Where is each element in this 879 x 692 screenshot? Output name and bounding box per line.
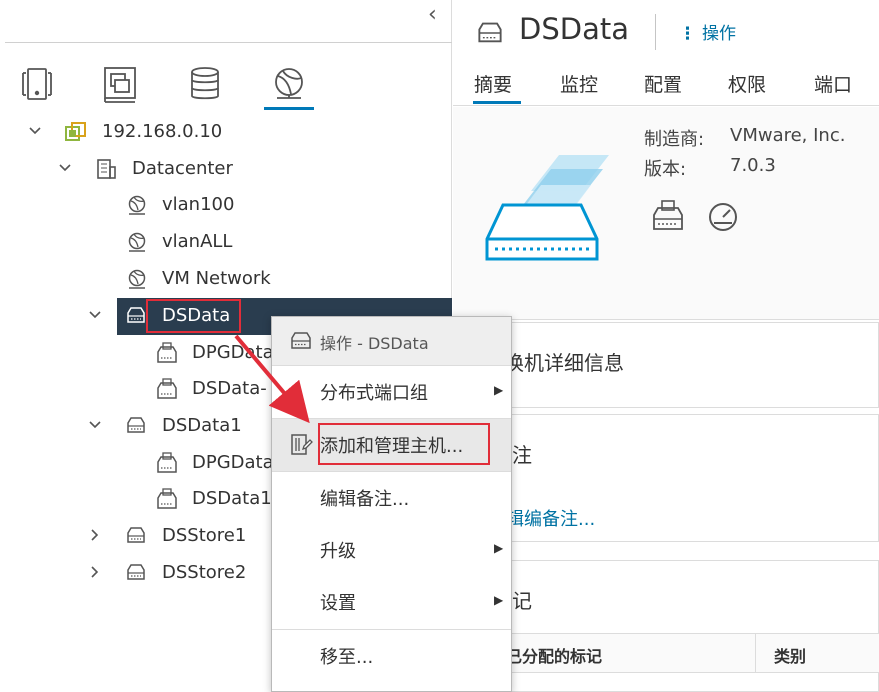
menu-item-settings[interactable]: 设置 ▶ bbox=[272, 576, 511, 628]
tree-item-label: DSData- bbox=[192, 378, 267, 399]
vcenter-icon bbox=[65, 122, 86, 141]
tree-item-label: DPGData bbox=[192, 452, 274, 473]
network-icon bbox=[128, 269, 146, 289]
submenu-arrow-icon: ▶ bbox=[494, 383, 504, 397]
tree-item-label: DSStore2 bbox=[162, 562, 247, 583]
distributed-switch-icon bbox=[127, 527, 145, 543]
portgroup-icon bbox=[157, 342, 177, 363]
collapse-pane-button[interactable]: ‹ bbox=[428, 4, 437, 26]
chevron-right-icon[interactable] bbox=[87, 527, 103, 543]
tab-monitor[interactable]: 监控 bbox=[560, 70, 598, 97]
chevron-down-icon[interactable] bbox=[87, 307, 103, 323]
menu-item-move-to[interactable]: 移至... bbox=[272, 630, 511, 682]
menu-item-edit-notes[interactable]: 编辑备注... bbox=[272, 472, 511, 524]
tree-item-label: DPGData bbox=[192, 342, 274, 363]
tags-column-assigned[interactable]: 已分配的标记 bbox=[506, 643, 602, 667]
menu-item-add-manage-hosts[interactable]: 添加和管理主机... bbox=[272, 419, 511, 471]
context-menu-header: 操作 - DSData bbox=[272, 317, 511, 365]
network-icon bbox=[128, 195, 146, 215]
submenu-arrow-icon: ▶ bbox=[494, 541, 504, 555]
chevron-right-icon[interactable] bbox=[87, 564, 103, 580]
add-host-icon bbox=[291, 434, 313, 455]
tags-title: 记 bbox=[512, 589, 532, 613]
portgroup-icon bbox=[157, 378, 177, 399]
distributed-switch-icon bbox=[127, 417, 145, 433]
tab-configure[interactable]: 配置 bbox=[644, 70, 682, 97]
submenu-arrow-icon: ▶ bbox=[494, 593, 504, 607]
version-label: 版本: bbox=[644, 159, 687, 180]
tree-item-label: DSData1 bbox=[162, 415, 242, 436]
tab-permissions[interactable]: 权限 bbox=[728, 70, 766, 97]
column-divider bbox=[755, 633, 756, 673]
menu-item-upgrade[interactable]: 升级 ▶ bbox=[272, 524, 511, 576]
chevron-down-icon[interactable] bbox=[57, 160, 73, 176]
annotation-highlight-box bbox=[146, 299, 241, 333]
datacenter-icon bbox=[97, 159, 116, 179]
hosts-and-clusters-view-icon[interactable] bbox=[17, 64, 57, 104]
switch-details-title[interactable]: 换机详细信息 bbox=[504, 347, 624, 376]
tabs-bar: 摘要 监控 配置 权限 端口 bbox=[453, 60, 879, 106]
tree-item-label: vlan100 bbox=[162, 194, 235, 215]
tree-item-label: VM Network bbox=[162, 268, 271, 289]
tree-item-network[interactable]: VM Network bbox=[0, 261, 452, 298]
distributed-switch-illustration bbox=[485, 155, 609, 261]
dashboard-gauge-icon[interactable] bbox=[706, 201, 740, 233]
network-icon bbox=[128, 232, 146, 252]
tags-card: 记 已分配的标记 类别 bbox=[453, 560, 879, 692]
distributed-switch-icon bbox=[127, 307, 145, 323]
tree-item-label: vlanALL bbox=[162, 231, 233, 252]
tree-item-datacenter[interactable]: Datacenter bbox=[0, 151, 452, 188]
tab-summary[interactable]: 摘要 bbox=[474, 70, 512, 97]
object-title: DSData bbox=[519, 12, 629, 46]
tree-item-network[interactable]: vlan100 bbox=[0, 187, 452, 224]
version-value: 7.0.3 bbox=[730, 155, 776, 176]
menu-item-label: 升级 bbox=[320, 541, 356, 562]
tags-column-category[interactable]: 类别 bbox=[774, 643, 806, 667]
notes-card: 注 辑编备注... bbox=[453, 414, 879, 542]
menu-item-label: 编辑备注... bbox=[320, 489, 410, 510]
menu-item-label: 设置 bbox=[320, 593, 356, 614]
tree-item-label: 192.168.0.10 bbox=[102, 121, 223, 142]
distributed-switch-icon bbox=[291, 332, 311, 349]
tree-item-label: DSData1 bbox=[192, 488, 272, 509]
vms-and-templates-view-icon[interactable] bbox=[101, 64, 141, 104]
actions-button[interactable]: ⋮ 操作 bbox=[679, 19, 736, 44]
tree-item-vcenter[interactable]: 192.168.0.10 bbox=[0, 114, 452, 151]
storage-view-icon[interactable] bbox=[185, 64, 225, 104]
menu-item-label: 分布式端口组 bbox=[320, 383, 428, 404]
chevron-down-icon[interactable] bbox=[87, 417, 103, 433]
portgroup-icon bbox=[157, 452, 177, 473]
tree-item-label: DSStore1 bbox=[162, 525, 247, 546]
portgroup-icon bbox=[157, 488, 177, 509]
manufacturer-label: 制造商: bbox=[644, 129, 705, 150]
context-menu-title: 操作 - DSData bbox=[320, 334, 429, 353]
notes-title: 注 bbox=[512, 443, 532, 467]
manufacturer-value: VMware, Inc. bbox=[730, 125, 846, 146]
menu-item-distributed-portgroup[interactable]: 分布式端口组 ▶ bbox=[272, 366, 511, 418]
more-vertical-icon: ⋮ bbox=[679, 24, 696, 44]
distributed-switch-icon bbox=[478, 22, 502, 43]
active-view-indicator bbox=[264, 107, 314, 110]
annotation-highlight-box bbox=[318, 423, 490, 465]
networking-view-icon[interactable] bbox=[269, 64, 309, 104]
portgroup-icon[interactable] bbox=[650, 199, 686, 233]
switch-details-card: 换机详细信息 bbox=[453, 322, 879, 408]
menu-item-label: 移至... bbox=[320, 647, 374, 668]
distributed-switch-icon bbox=[127, 564, 145, 580]
actions-label: 操作 bbox=[702, 24, 736, 44]
title-separator bbox=[655, 14, 656, 50]
edit-notes-link[interactable]: 辑编备注... bbox=[506, 505, 595, 531]
chevron-down-icon[interactable] bbox=[27, 123, 43, 139]
context-menu: 操作 - DSData 分布式端口组 ▶ 添加和管理主机... 编辑备注... … bbox=[271, 316, 512, 692]
tab-ports[interactable]: 端口 bbox=[814, 70, 852, 97]
pane-divider bbox=[5, 42, 452, 43]
active-tab-indicator bbox=[473, 101, 521, 104]
tree-item-network[interactable]: vlanALL bbox=[0, 224, 452, 261]
tree-item-label: Datacenter bbox=[132, 158, 233, 179]
summary-section: 制造商: VMware, Inc. 版本: 7.0.3 bbox=[453, 107, 879, 320]
detail-pane: DSData ⋮ 操作 摘要 监控 配置 权限 端口 制造商: VMware, I… bbox=[453, 0, 879, 692]
